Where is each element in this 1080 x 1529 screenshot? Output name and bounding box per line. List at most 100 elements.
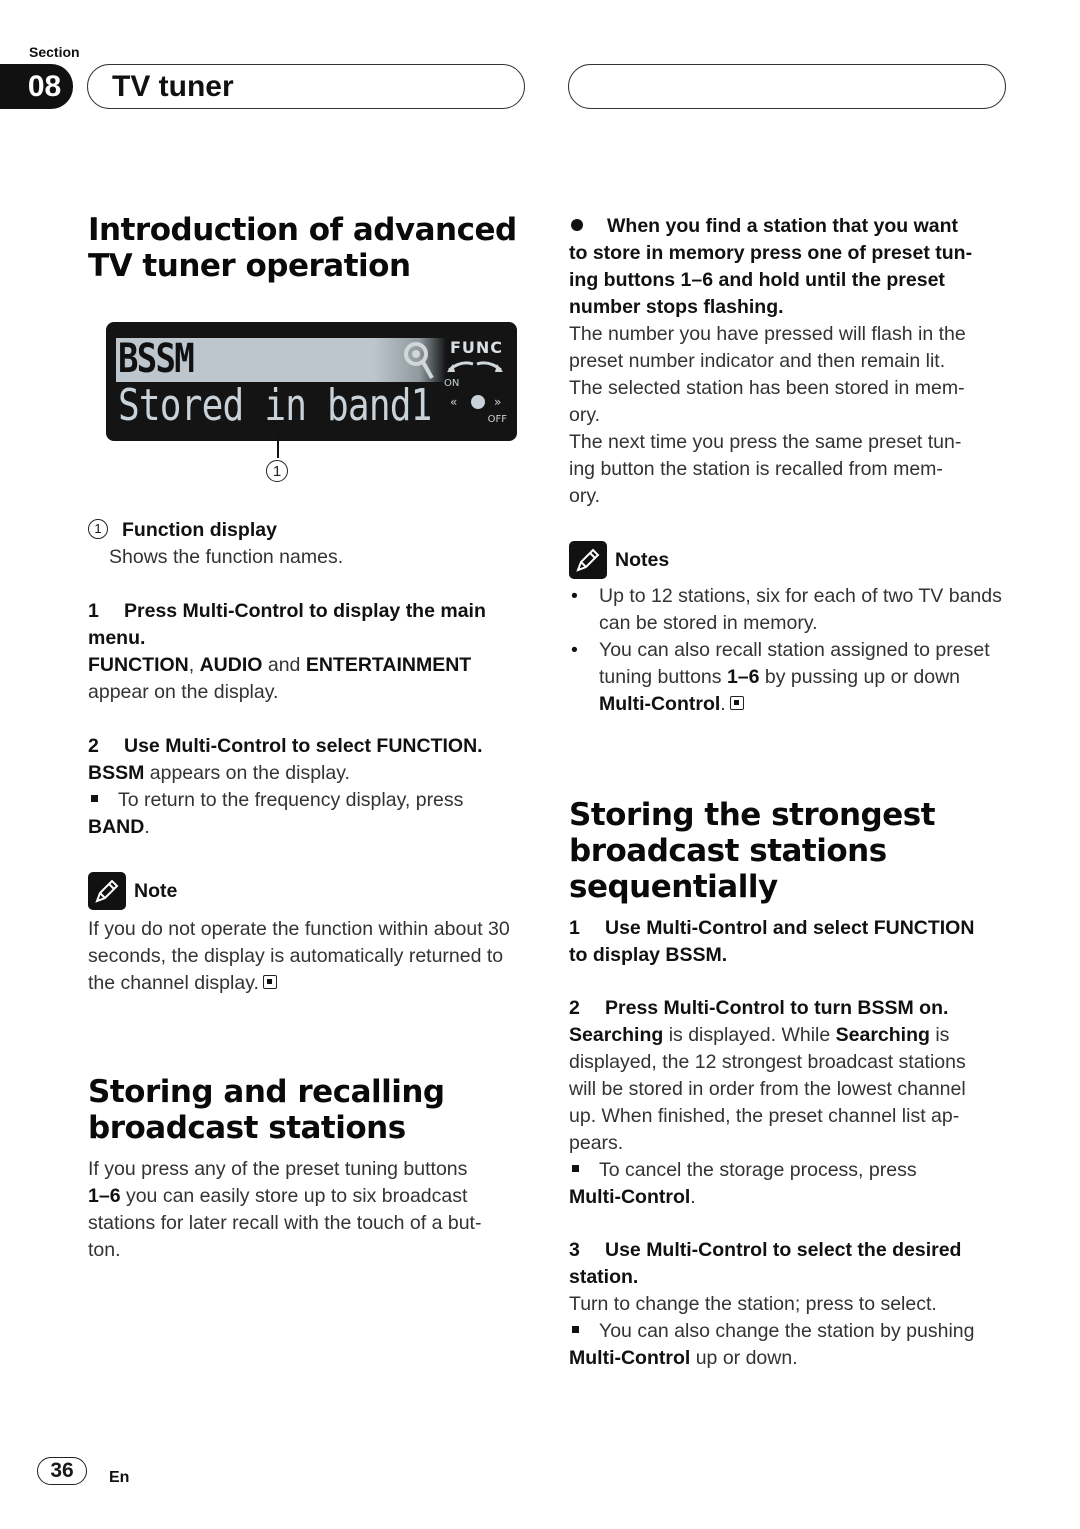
tip-bullet-cont: BAND. <box>88 814 533 841</box>
note-line: seconds, the display is automatically re… <box>88 945 504 967</box>
text: . <box>144 816 150 838</box>
intro-step-2: 2 Use Multi-Control to select FUNCTION. B… <box>88 733 533 841</box>
bold-term: Multi-Control <box>569 1186 691 1208</box>
display-legend: 1 Function display Shows the function nam… <box>88 517 528 571</box>
notes-list: Up to 12 stations, six for each of two T… <box>569 583 1014 718</box>
bold-term: Multi-Control <box>599 693 721 715</box>
round-bullet-icon <box>571 218 583 231</box>
text: . <box>690 1186 696 1208</box>
storing-line: 1–6 you can easily store up to six broad… <box>88 1183 533 1210</box>
bold-term: BAND <box>88 816 145 838</box>
step-title-cont: number stops flashing. <box>569 296 784 318</box>
body-line: ing button the station is recalled from … <box>569 458 943 480</box>
note-item: Up to 12 stations, six for each of two T… <box>569 583 1014 637</box>
storing-line: ton. <box>88 1239 121 1261</box>
tip-bullet: To return to the frequency display, pres… <box>88 787 533 814</box>
step-title-cont: ing buttons 1–6 and hold until the prese… <box>569 269 945 291</box>
tip-bullet-cont: Multi-Control. <box>569 1184 1014 1211</box>
storing-line: If you press any of the preset tuning bu… <box>88 1158 468 1180</box>
strongest-step-3: 3 Use Multi-Control to select the desired… <box>569 1237 1014 1372</box>
step-number: 2 <box>569 997 580 1019</box>
intro-heading-line2: TV tuner operation <box>88 248 411 284</box>
end-of-section-icon <box>729 695 744 710</box>
text: appears on the display. <box>144 762 350 784</box>
bold-term: ENTERTAINMENT <box>305 654 472 676</box>
step-number: 3 <box>569 1239 580 1261</box>
note-box: Note If you do not operate the function … <box>88 872 533 997</box>
language-label: En <box>109 1469 130 1486</box>
storing-line: stations for later recall with the touch… <box>88 1212 482 1234</box>
body-line: will be stored in order from the lowest … <box>569 1078 966 1100</box>
text: is <box>929 1024 950 1046</box>
callout-line <box>277 428 279 458</box>
storing-section: Storing and recalling broadcast stations … <box>88 1074 533 1264</box>
bold-term: Multi-Control <box>569 1347 691 1369</box>
page-number: 36 <box>37 1457 87 1485</box>
body-line: Searching is displayed. While Searching … <box>569 1022 1014 1049</box>
step-body: FUNCTION, AUDIO and ENTERTAINMENT <box>88 652 533 679</box>
text: and <box>262 654 306 676</box>
square-bullet-icon <box>572 1326 579 1334</box>
bold-term: 1–6 <box>726 666 760 688</box>
blank-header-pill <box>568 64 1006 109</box>
section-number-badge: 08 <box>0 64 73 109</box>
step-number: 2 <box>88 735 99 757</box>
end-of-section-icon <box>262 974 277 989</box>
text: , <box>188 654 200 676</box>
intro-heading-line1: Introduction of advanced <box>88 212 517 248</box>
strongest-section: Storing the strongest broadcast stations s… <box>569 797 1014 1372</box>
note-line: the channel display. <box>88 970 533 997</box>
note-item: You can also recall station assigned to … <box>569 637 1014 718</box>
joystick-icon: « » <box>450 395 501 409</box>
function-display-illustration: BSSM Stored in band1 FUNC ON « » OFF <box>106 322 517 441</box>
tip-text: You can also change the station by pushi… <box>599 1320 975 1342</box>
tip-bullet: You can also change the station by pushi… <box>569 1318 1014 1345</box>
step-title-cont: to store in memory press one of preset t… <box>569 242 973 264</box>
note-text: . <box>720 693 726 715</box>
lcd-bottom-text: Stored in band1 <box>118 380 432 431</box>
note-text: by pussing up or down <box>759 666 961 688</box>
legend-desc: Shows the function names. <box>109 546 344 568</box>
note-text: the channel display. <box>88 972 259 994</box>
note-label: Note <box>134 879 178 902</box>
bold-term: 1–6 <box>88 1185 121 1207</box>
search-icon <box>404 342 434 379</box>
chapter-title: TV tuner <box>87 64 525 109</box>
step-title: Use Multi-Control and select FUNCTION <box>605 917 975 939</box>
lcd-top-text: BSSM <box>118 336 195 382</box>
step-title: Use Multi-Control to select the desired <box>605 1239 962 1261</box>
bold-term: FUNCTION <box>88 654 189 676</box>
legend-title: Function display <box>122 519 277 541</box>
body-line: The selected station has been stored in … <box>569 377 965 399</box>
section-label: Section <box>29 44 80 60</box>
step-title: When you find a station that you want <box>607 215 958 237</box>
body-line: The next time you press the same preset … <box>569 431 962 453</box>
store-preset-step: When you find a station that you want to… <box>569 213 1014 510</box>
body-line: up. When finished, the preset channel li… <box>569 1105 960 1127</box>
tip-text: To return to the frequency display, pres… <box>118 789 464 811</box>
pencil-icon <box>569 541 607 579</box>
chapter-title-text: TV tuner <box>112 69 234 103</box>
intro-heading: Introduction of advanced TV tuner operati… <box>88 212 528 284</box>
square-bullet-icon <box>572 1165 579 1173</box>
strongest-heading-line3: sequentially <box>569 869 778 905</box>
body-line: ory. <box>569 404 601 426</box>
func-arrows-icon <box>447 361 503 372</box>
callout-number: 1 <box>266 460 288 482</box>
lcd-on-label: ON <box>444 378 460 389</box>
square-bullet-icon <box>91 795 98 803</box>
step-number: 1 <box>88 600 99 622</box>
strongest-step-1: 1 Use Multi-Control and select FUNCTION t… <box>569 915 1014 969</box>
note-text: You can also recall station assigned to … <box>599 639 990 661</box>
step-title-cont: menu. <box>88 627 146 649</box>
body-line: Turn to change the station; press to sel… <box>569 1293 937 1315</box>
pencil-icon <box>88 872 126 910</box>
text: you can easily store up to six broadcast <box>120 1185 468 1207</box>
lcd-off-label: OFF <box>487 414 507 425</box>
body-line: The number you have pressed will flash i… <box>569 323 966 345</box>
step-title: Press Multi-Control to display the main <box>124 600 486 622</box>
svg-text:»: » <box>494 395 501 409</box>
body-line: displayed, the 12 strongest broadcast st… <box>569 1051 966 1073</box>
note-text: can be stored in memory. <box>599 612 818 634</box>
intro-step-1: 1 Press Multi-Control to display the main… <box>88 598 533 706</box>
